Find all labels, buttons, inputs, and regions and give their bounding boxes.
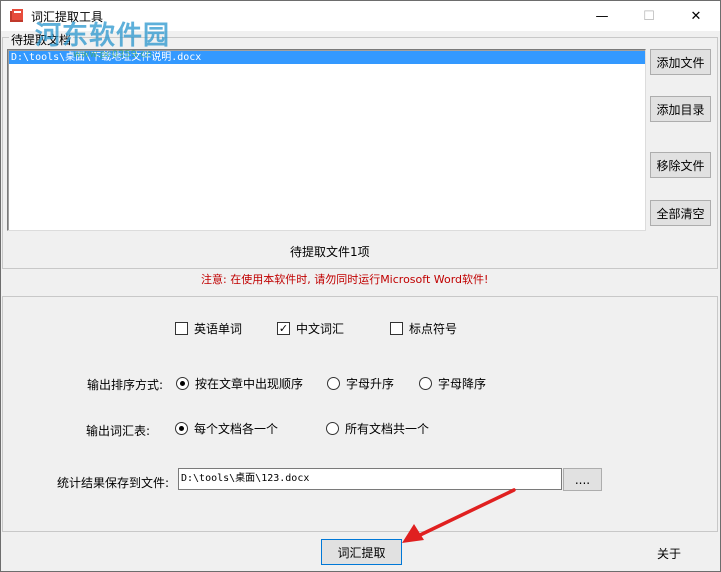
radio-dot[interactable]: [419, 377, 432, 390]
radio-dot[interactable]: [175, 422, 188, 435]
radio-label: 按在文章中出现顺序: [195, 377, 304, 391]
checkbox-label: 中文词汇: [296, 322, 345, 336]
chinese-words-checkbox[interactable]: ✓ 中文词汇: [277, 320, 344, 337]
radio-label: 字母升序: [346, 377, 395, 391]
pending-count-text: 待提取文件1项: [290, 245, 370, 259]
remove-file-button[interactable]: 移除文件: [650, 152, 711, 178]
options-group: [2, 296, 718, 532]
radio-label: 所有文档共一个: [345, 422, 430, 436]
save-path-input[interactable]: D:\tools\桌面\123.docx: [178, 468, 562, 490]
english-words-checkbox[interactable]: 英语单词: [175, 320, 242, 337]
word-warning-notice: 注意: 在使用本软件时, 请勿同时运行Microsoft Word软件!: [201, 273, 489, 286]
checkbox-box[interactable]: [390, 322, 403, 335]
add-directory-button[interactable]: 添加目录: [650, 96, 711, 122]
one-per-document-radio[interactable]: 每个文档各一个: [175, 420, 278, 437]
checkbox-box[interactable]: [175, 322, 188, 335]
radio-dot[interactable]: [327, 377, 340, 390]
one-for-all-radio[interactable]: 所有文档共一个: [326, 420, 429, 437]
app-icon: [10, 9, 23, 22]
add-file-button[interactable]: 添加文件: [650, 49, 711, 75]
output-table-label: 输出词汇表:: [86, 424, 151, 438]
checkbox-label: 英语单词: [194, 322, 243, 336]
save-path-label: 统计结果保存到文件:: [57, 476, 170, 490]
file-list[interactable]: D:\tools\桌面\下载地址文件说明.docx: [7, 49, 646, 231]
sort-by-appearance-radio[interactable]: 按在文章中出现顺序: [176, 375, 303, 392]
sort-order-label: 输出排序方式:: [87, 378, 164, 392]
close-button[interactable]: ✕: [673, 1, 719, 31]
watermark-logo: 河东软件园: [35, 21, 171, 51]
radio-label: 字母降序: [438, 377, 487, 391]
sort-ascending-radio[interactable]: 字母升序: [327, 375, 394, 392]
checkbox-box[interactable]: ✓: [277, 322, 290, 335]
punctuation-checkbox[interactable]: 标点符号: [390, 320, 457, 337]
radio-dot[interactable]: [326, 422, 339, 435]
maximize-button[interactable]: ☐: [626, 1, 672, 31]
about-link[interactable]: 关于: [657, 545, 681, 562]
checkbox-label: 标点符号: [409, 322, 458, 336]
radio-label: 每个文档各一个: [194, 422, 279, 436]
minimize-button[interactable]: —: [579, 1, 625, 31]
app-window: 词汇提取工具 — ☐ ✕ 待提取文档 D:\tools\桌面\下载地址文件说明.…: [0, 0, 721, 572]
watermark-url: www.pc0359.cn: [73, 49, 153, 60]
extract-button[interactable]: 词汇提取: [321, 539, 402, 565]
sort-descending-radio[interactable]: 字母降序: [419, 375, 486, 392]
browse-button[interactable]: ....: [563, 468, 602, 491]
clear-all-button[interactable]: 全部清空: [650, 200, 711, 226]
radio-dot[interactable]: [176, 377, 189, 390]
